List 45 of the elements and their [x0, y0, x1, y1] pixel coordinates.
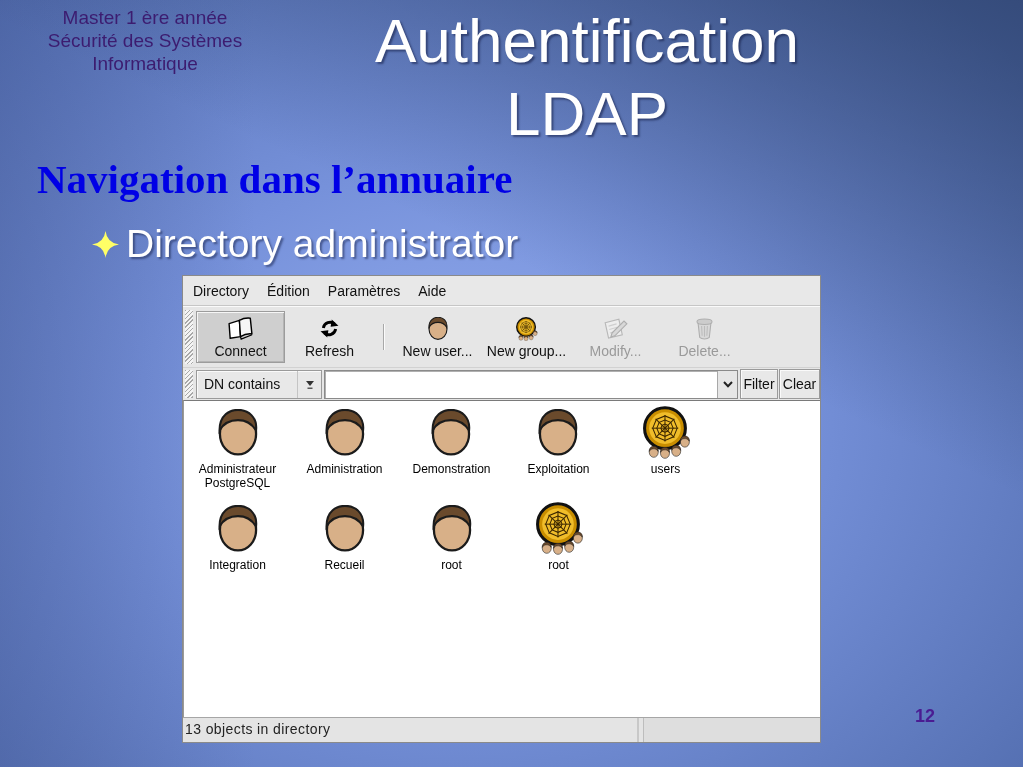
menu-item[interactable]: Édition	[258, 281, 319, 300]
person-head-icon[interactable]	[431, 504, 472, 552]
person-head-icon[interactable]	[324, 408, 365, 456]
person-head-icon[interactable]	[431, 408, 472, 456]
slide-title: Authentification LDAP	[374, 5, 800, 150]
user-entry[interactable]: Exploitation	[527, 405, 590, 476]
menu-item[interactable]: Aide	[409, 281, 456, 300]
group-icon[interactable]	[533, 501, 584, 555]
caret-icon[interactable]	[722, 380, 733, 388]
user-entry[interactable]: root	[431, 501, 472, 572]
refresh-icon[interactable]	[320, 319, 339, 338]
group-icon[interactable]	[640, 405, 691, 459]
page-number: 12	[915, 706, 936, 727]
caret-icon[interactable]	[304, 379, 315, 389]
clear-button[interactable]: Clear	[779, 369, 820, 399]
toolbar-grip[interactable]	[185, 370, 193, 398]
match-mode-dropdown[interactable]: DN contains	[196, 369, 322, 399]
person-head-icon[interactable]	[538, 408, 579, 456]
filter-input[interactable]	[324, 369, 738, 399]
group-icon[interactable]	[515, 316, 538, 341]
person-head-icon[interactable]	[324, 504, 365, 552]
filter-button[interactable]: Filter	[740, 369, 778, 399]
book-icon[interactable]	[228, 317, 253, 340]
user-entry[interactable]: Demonstration	[412, 405, 491, 476]
toolbar-button[interactable]: Refresh	[285, 311, 374, 363]
group-entry[interactable]: users	[640, 405, 691, 476]
toolbar-button[interactable]: Connect	[196, 311, 285, 363]
toolbar-button[interactable]: New group...	[482, 311, 571, 363]
person-head-icon[interactable]	[217, 408, 258, 456]
course-label: Master 1 ère année Sécurité des Systèmes Informatique	[46, 6, 244, 75]
person-head-icon[interactable]	[217, 504, 258, 552]
toolbar-button[interactable]: New user...	[393, 311, 482, 363]
group-entry[interactable]: root	[533, 501, 584, 572]
star-bullet-icon	[92, 230, 119, 258]
user-entry[interactable]: Integration	[209, 501, 266, 572]
section-heading: Navigation dans l’annuaire	[37, 156, 513, 202]
menu-item[interactable]: Paramètres	[318, 281, 410, 300]
bullet-text: Directory administrator	[126, 222, 519, 266]
person-head-icon[interactable]	[427, 317, 448, 340]
user-entry[interactable]: Administrateur PostgreSQL	[187, 405, 288, 490]
toolbar-grip[interactable]	[185, 310, 193, 364]
user-entry[interactable]: Administration	[306, 405, 383, 476]
user-entry[interactable]: Recueil	[324, 501, 365, 572]
menu-item[interactable]: Directory	[184, 281, 258, 300]
status-message: 13 objects in directory	[183, 718, 639, 742]
